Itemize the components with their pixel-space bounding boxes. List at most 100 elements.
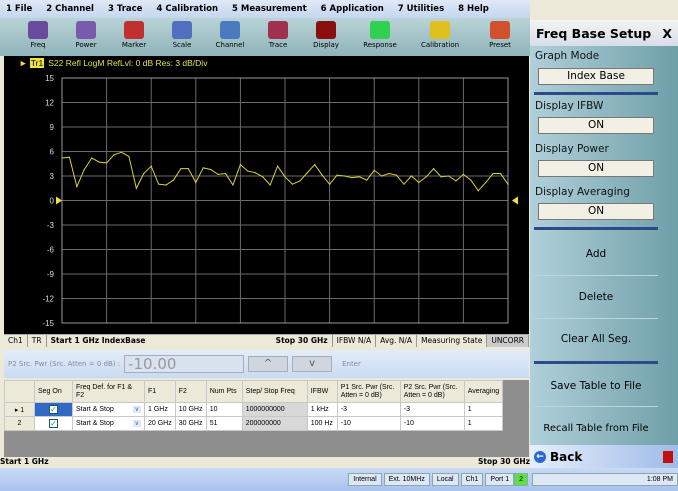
- close-button[interactable]: X: [662, 26, 672, 41]
- y-tick-label: -3: [47, 221, 55, 230]
- toolbar-button-response[interactable]: Response: [350, 18, 410, 56]
- trace-tag[interactable]: Tr1: [29, 58, 45, 68]
- data-point: [187, 168, 189, 170]
- chevron-down-icon[interactable]: ∨: [132, 406, 141, 413]
- freq-def-select[interactable]: Start & Stop ∨: [72, 402, 145, 417]
- f2-cell[interactable]: 30 GHz: [174, 416, 207, 431]
- col-header-freq-def: Freq Def. for F1 & F2: [72, 380, 145, 403]
- data-point: [76, 186, 78, 188]
- row-number: 2: [4, 416, 35, 431]
- toolbar-button-marker[interactable]: Marker: [110, 18, 158, 56]
- p1-cell[interactable]: -10: [336, 416, 401, 431]
- status-channel: Ch1: [4, 335, 28, 347]
- back-button[interactable]: ← Back: [530, 445, 678, 468]
- recall-table-button[interactable]: Recall Table from File: [534, 407, 658, 449]
- chevron-down-icon[interactable]: ∨: [132, 420, 141, 427]
- table-header-row: Seg On Freq Def. for F1 & F2 F1 F2 Num P…: [4, 380, 504, 403]
- table-row[interactable]: 2 ✓ Start & Stop ∨ 20 GHz 30 GHz 51 20000…: [4, 416, 504, 431]
- data-point: [499, 172, 502, 175]
- seg-on-cell[interactable]: ✓: [34, 416, 73, 431]
- data-point: [143, 172, 145, 175]
- data-point: [150, 165, 152, 167]
- seg-on-cell[interactable]: ✓: [34, 402, 73, 417]
- averaging-cell[interactable]: 1: [463, 402, 504, 417]
- clear-all-seg-button[interactable]: Clear All Seg.: [534, 319, 658, 359]
- data-point: [106, 162, 108, 164]
- back-arrow-icon: ←: [534, 450, 546, 463]
- freq-def-select[interactable]: Start & Stop ∨: [72, 416, 145, 431]
- menu-utilities[interactable]: 7 Utilities: [398, 4, 444, 14]
- data-point: [485, 181, 487, 184]
- p2-cell[interactable]: -3: [399, 402, 465, 417]
- y-tick-label: -6: [47, 246, 55, 255]
- data-point: [291, 183, 294, 185]
- graph-mode-button[interactable]: Index Base: [538, 68, 654, 85]
- col-header-averaging: Averaging: [463, 380, 504, 403]
- p2-cell[interactable]: -10: [399, 416, 465, 431]
- status-bar: Internal Ext. 10MHz Local Ch1 Port 1 2 1…: [0, 468, 678, 491]
- seg-on-checkbox[interactable]: ✓: [49, 419, 58, 428]
- decrement-button[interactable]: v: [292, 356, 333, 372]
- toolbar-button-preset[interactable]: Preset: [470, 18, 530, 56]
- toolbar-label: Calibration: [420, 41, 460, 49]
- menu-application[interactable]: 6 Application: [321, 4, 384, 14]
- menu-help[interactable]: 8 Help: [458, 4, 489, 14]
- back-label: Back: [550, 449, 583, 464]
- p1-cell[interactable]: -3: [336, 402, 401, 417]
- start-frequency: Start 1 GHz: [0, 457, 49, 466]
- menu-trace[interactable]: 3 Trace: [108, 4, 142, 14]
- table-row[interactable]: ▸ 1 ✓ Start & Stop ∨ 1 GHz 10 GHz 10 1000…: [4, 402, 504, 417]
- status-tr: TR: [28, 335, 47, 347]
- display-power-button[interactable]: ON: [538, 160, 654, 177]
- toolbar-button-calibration[interactable]: Calibration: [410, 18, 470, 56]
- data-point: [329, 183, 331, 185]
- display-power-label: Display Power: [535, 143, 609, 155]
- menu-calibration[interactable]: 4 Calibration: [156, 4, 218, 14]
- enter-button[interactable]: Enter: [336, 360, 367, 368]
- menu-channel[interactable]: 2 Channel: [46, 4, 94, 14]
- toolbar-button-power[interactable]: Power: [62, 18, 110, 56]
- menu-measurement[interactable]: 5 Measurement: [232, 4, 307, 14]
- toolbar-button-trace[interactable]: Trace: [254, 18, 302, 56]
- toolbar-button-channel[interactable]: Channel: [206, 18, 254, 56]
- step-cell: 200000000: [241, 416, 308, 431]
- delete-button[interactable]: Delete: [534, 276, 658, 319]
- f1-cell[interactable]: 1 GHz: [144, 402, 176, 417]
- toolbar-label: Channel: [215, 41, 245, 49]
- display-ifbw-button[interactable]: ON: [538, 117, 654, 134]
- data-point: [98, 161, 100, 163]
- y-tick-label: -12: [42, 295, 54, 304]
- panel-title: Freq Base Setup: [536, 25, 652, 41]
- data-point: [492, 172, 494, 175]
- status-ifbw: IFBW N/A: [333, 335, 377, 347]
- f2-cell[interactable]: 10 GHz: [174, 402, 207, 417]
- trace-icon: [268, 21, 288, 39]
- add-button[interactable]: Add: [534, 232, 658, 276]
- ifbw-cell[interactable]: 100 Hz: [306, 416, 338, 431]
- toolbar-button-display[interactable]: Display: [302, 18, 350, 56]
- display-averaging-button[interactable]: ON: [538, 203, 654, 220]
- data-point: [403, 183, 405, 185]
- save-table-button[interactable]: Save Table to File: [534, 365, 658, 407]
- data-point: [247, 170, 249, 172]
- toolbar-button-freq[interactable]: Freq: [14, 18, 62, 56]
- power-entry-field[interactable]: -10.00: [124, 355, 245, 373]
- f1-cell[interactable]: 20 GHz: [144, 416, 176, 431]
- increment-button[interactable]: ^: [248, 356, 289, 372]
- col-header-seg-on: Seg On: [34, 380, 73, 403]
- ifbw-cell[interactable]: 1 kHz: [306, 402, 338, 417]
- divider: [534, 92, 658, 95]
- trace-chart: 15 12 9 6 3 0 -3 -6 -9 -12 -15 ► Tr1 S22 Refl LogM …: [4, 56, 529, 334]
- segment-table: Seg On Freq Def. for F1 & F2 F1 F2 Num P…: [4, 380, 529, 457]
- num-pts-cell[interactable]: 51: [205, 416, 243, 431]
- data-point: [91, 157, 93, 159]
- data-point: [447, 175, 450, 177]
- col-header-p1: P1 Src. Pwr (Src. Atten = 0 dB): [336, 380, 401, 403]
- num-pts-cell[interactable]: 10: [205, 402, 243, 417]
- averaging-cell[interactable]: 1: [463, 416, 504, 431]
- seg-on-checkbox[interactable]: ✓: [49, 405, 58, 414]
- data-point: [276, 165, 279, 167]
- toolbar-button-scale[interactable]: Scale: [158, 18, 206, 56]
- menu-file[interactable]: 1 File: [6, 4, 32, 14]
- data-point: [410, 175, 412, 177]
